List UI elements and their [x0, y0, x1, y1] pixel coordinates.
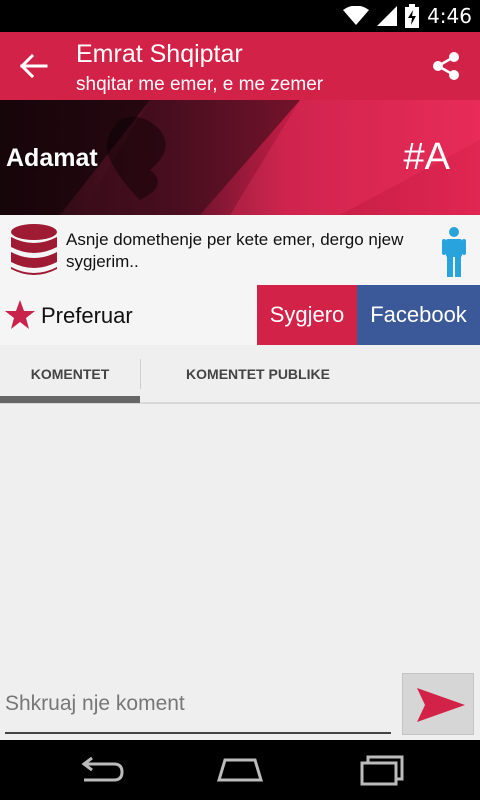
nav-recents-icon — [360, 755, 404, 786]
star-icon — [5, 300, 35, 329]
meaning-text: Asnje domethenje per kete emer, dergo nj… — [66, 230, 404, 271]
send-button[interactable] — [402, 673, 474, 735]
arrow-left-icon — [19, 53, 48, 79]
tab-indicator — [0, 396, 140, 403]
comments-list — [0, 404, 480, 670]
back-button[interactable] — [18, 52, 50, 80]
app-title: Emrat Shqiptar — [76, 40, 243, 68]
facebook-button[interactable]: Facebook — [357, 285, 480, 345]
share-button[interactable] — [430, 50, 462, 82]
name-banner: Adamat #A — [0, 100, 480, 215]
action-row: Preferuar Sygjero Facebook — [0, 285, 480, 345]
favorite-button[interactable]: Preferuar — [0, 285, 200, 345]
favorite-label: Preferuar — [41, 303, 133, 328]
suggest-button[interactable]: Sygjero — [257, 285, 357, 345]
banner-letter: #A — [403, 136, 450, 178]
person-icon[interactable] — [442, 227, 466, 277]
app-subtitle: shqitar me emer, e me zemer — [76, 74, 324, 95]
share-icon — [433, 52, 459, 80]
nav-back-icon — [81, 756, 124, 782]
wifi-icon — [343, 6, 370, 25]
app-bar: Emrat Shqiptar shqitar me emer, e me zem… — [0, 32, 480, 100]
status-bar: 4:46 — [0, 0, 480, 32]
comment-input[interactable] — [5, 676, 391, 734]
nav-home-button[interactable] — [215, 754, 265, 786]
navigation-bar — [0, 740, 480, 800]
banner-name: Adamat — [6, 144, 98, 172]
meaning-row: Asnje domethenje per kete emer, dergo nj… — [0, 215, 480, 285]
database-icon — [11, 224, 57, 275]
status-icons: 4:46 — [343, 0, 472, 32]
tab-public-comments[interactable]: KOMENTET PUBLIKE — [141, 345, 375, 402]
signal-icon — [377, 6, 398, 26]
nav-recents-button[interactable] — [358, 754, 408, 786]
nav-home-icon — [216, 758, 264, 782]
nav-back-button[interactable] — [76, 754, 126, 786]
comments-tabs: KOMENTET KOMENTET PUBLIKE — [0, 345, 480, 404]
tab-comments[interactable]: KOMENTET — [0, 345, 140, 402]
status-time: 4:46 — [427, 4, 472, 28]
send-icon — [417, 688, 465, 722]
battery-charging-icon — [405, 4, 420, 28]
